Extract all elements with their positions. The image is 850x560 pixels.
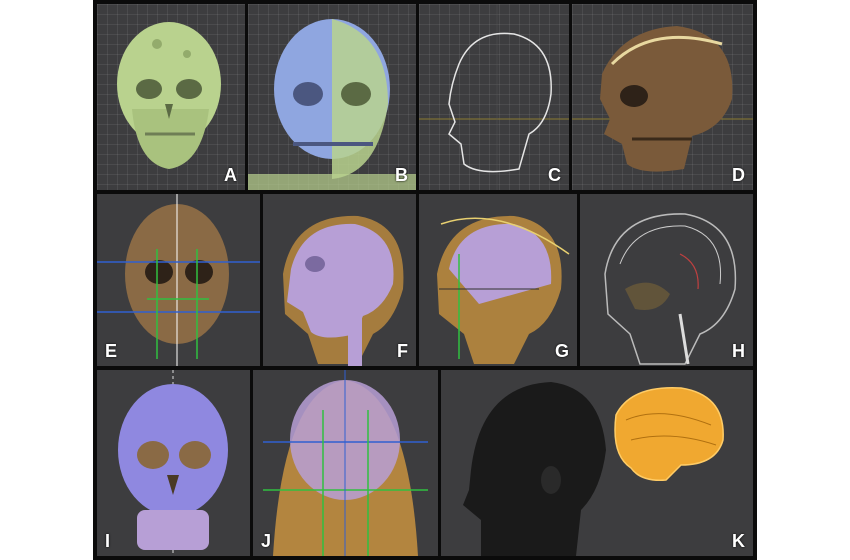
panel-b: B [248,4,416,190]
figure-montage: A B C D E F G H I J K [93,0,757,560]
panel-a: A [97,4,245,190]
brown-skull-image [572,26,753,172]
panel-label: C [548,165,561,185]
panel-label: D [732,165,745,185]
face-markers-frontal-image [263,370,428,556]
panel-e: E [97,194,260,366]
panel-label: J [261,531,272,551]
panel-label: F [397,341,408,361]
panel-i: I [97,370,250,556]
head-and-brain-image [463,382,724,556]
skin-skull-lateral-image [283,215,404,366]
panel-label: H [732,341,745,361]
overlay-skull-image [248,19,416,190]
green-skull-image [117,22,221,169]
panel-label: G [554,341,569,361]
panel-label: E [105,341,118,361]
panel-label: B [395,165,408,185]
panel-label: A [224,165,237,185]
panel-j: J [253,370,438,556]
panel-f: F [263,194,416,366]
tissue-markers-image [437,215,570,364]
panel-d: D [572,4,753,190]
purple-skull-frontal-image [118,370,228,556]
panel-h: H [580,194,753,366]
panel-k: K [441,370,753,556]
panel-c: C [419,4,569,190]
skull-outline-image [419,4,569,190]
panel-g: G [419,194,577,366]
panel-label: I [105,531,111,551]
sagittal-section-image [604,213,737,365]
panel-label: K [732,531,745,551]
landmark-skull-image [97,194,260,366]
